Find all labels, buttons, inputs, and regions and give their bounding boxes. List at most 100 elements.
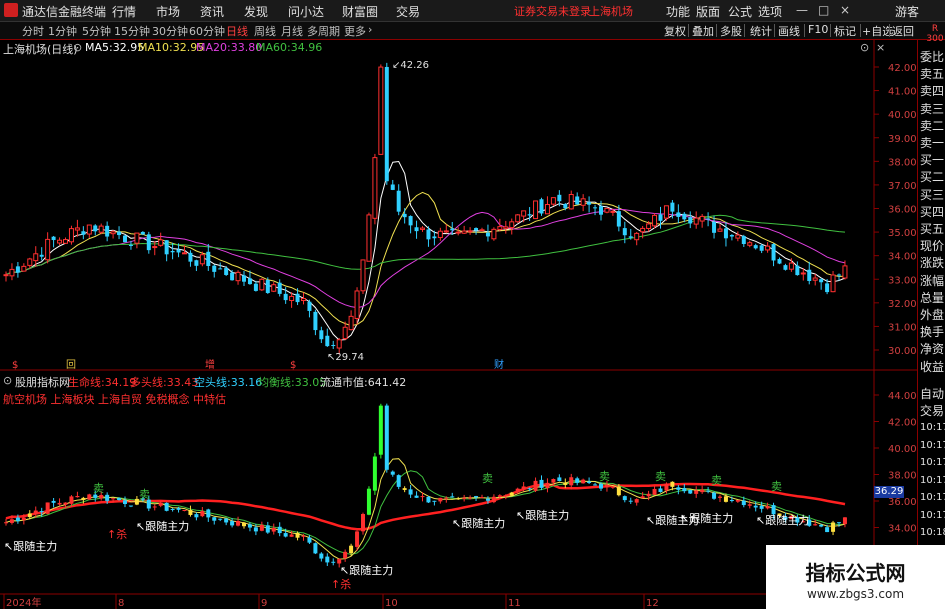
trade-label[interactable]: 交易: [920, 402, 945, 419]
minimize-button[interactable]: —: [796, 3, 808, 17]
candle-body: [81, 497, 86, 500]
event-mark[interactable]: 财: [494, 358, 504, 371]
guest-label[interactable]: 游客: [895, 3, 919, 20]
candle-body: [366, 488, 371, 515]
candle-body: [140, 231, 145, 235]
y-tick-label: 42.00: [888, 418, 917, 429]
y-tick-label: 32.00: [888, 299, 917, 310]
adjust-button[interactable]: 复权: [664, 23, 686, 39]
candle-body: [93, 225, 98, 232]
candle-body: [27, 258, 33, 266]
auto-label[interactable]: 自动: [920, 385, 945, 402]
candle-body: [123, 500, 127, 505]
follow-main-force-label: ↖跟随主力: [680, 511, 733, 525]
candle-body: [319, 553, 324, 559]
signal-marks: 卖卖卖卖卖卖卖↖跟随主力↖跟随主力↖跟随主力↖跟随主力↖跟随主力 ↖跟随主力↖跟随…: [4, 60, 809, 591]
menu-wenxiaoda[interactable]: 问小达: [288, 3, 324, 20]
moving-average-lines: [5, 160, 846, 341]
menu-function[interactable]: 功能: [666, 3, 690, 20]
tab-multi-period[interactable]: 多周期: [307, 23, 340, 39]
candle-body: [277, 282, 282, 294]
tick-time: 10:17: [920, 422, 945, 433]
candle-body: [236, 520, 241, 526]
tab-more[interactable]: 更多: [344, 23, 366, 39]
y-tick-label: 34.00: [888, 252, 917, 263]
menu-quotes[interactable]: 行情: [112, 3, 136, 20]
menu-discover[interactable]: 发现: [244, 3, 268, 20]
candle-body: [414, 227, 419, 232]
candle-body: [360, 259, 366, 292]
candle-body: [831, 522, 836, 532]
candle-body: [825, 527, 830, 533]
candle-body: [706, 218, 711, 220]
kill-signal-mark: ↑杀: [331, 577, 351, 591]
candle-body: [509, 221, 515, 229]
candle-body: [485, 232, 490, 237]
candle-body: [117, 498, 122, 501]
candle-body: [259, 524, 264, 531]
candle-body: [313, 543, 318, 554]
candle-body: [366, 214, 372, 262]
tab-30min[interactable]: 30分钟: [152, 23, 188, 39]
candle-body: [622, 228, 627, 236]
follow-main-force-label: ↖跟随主力: [136, 519, 189, 533]
menu-options[interactable]: 选项: [758, 3, 782, 20]
close-button[interactable]: ×: [840, 3, 850, 17]
tab-daily[interactable]: 日线: [226, 23, 248, 39]
menu-news[interactable]: 资讯: [200, 3, 224, 20]
candle-body: [355, 531, 360, 547]
candle-body: [158, 239, 164, 246]
menu-wealth-circle[interactable]: 财富圈: [342, 3, 378, 20]
divider: [744, 24, 745, 37]
candle-body: [485, 498, 490, 501]
x-tick-label: 8: [118, 598, 124, 609]
tab-15min[interactable]: 15分钟: [114, 23, 150, 39]
high-price-label: ↙42.26: [392, 60, 429, 71]
tab-60min[interactable]: 60分钟: [189, 23, 225, 39]
candle-body: [747, 504, 752, 506]
candle-body: [676, 212, 681, 217]
overlay-button[interactable]: 叠加: [692, 23, 714, 39]
watermark-box: 指标公式网 www.zbgs3.com: [766, 545, 945, 609]
candle-body: [544, 204, 550, 215]
event-mark[interactable]: $: [290, 360, 296, 371]
y-tick-label: 36.00: [888, 205, 917, 216]
candle-body: [693, 217, 699, 225]
menu-layout[interactable]: 版面: [696, 3, 720, 20]
candle-body: [575, 478, 580, 483]
trade-login-notice: 证券交易未登录: [514, 5, 591, 18]
maximize-button[interactable]: □: [818, 3, 829, 17]
menu-trade[interactable]: 交易: [396, 3, 420, 20]
tab-timeshare[interactable]: 分时: [22, 23, 44, 39]
event-mark[interactable]: 回: [66, 359, 76, 371]
tab-1min[interactable]: 1分钟: [48, 23, 77, 39]
kline-chart-area[interactable]: 42.00 41.00 40.00 39.00 38.00 37.00 36.00 35.00…: [0, 40, 917, 609]
candle-body: [735, 234, 741, 239]
draw-line-button[interactable]: 画线: [778, 23, 800, 39]
quote-field-label: 买三: [920, 187, 945, 202]
candle-body: [628, 236, 633, 238]
tab-5min[interactable]: 5分钟: [82, 23, 111, 39]
tab-weekly[interactable]: 周线: [254, 23, 276, 39]
candle-body: [295, 293, 300, 303]
statistics-button[interactable]: 统计: [750, 23, 772, 39]
f10-button[interactable]: F10: [808, 23, 828, 36]
chevron-right-icon[interactable]: ›: [368, 23, 372, 36]
candle-body: [622, 496, 627, 501]
multi-stock-button[interactable]: 多股: [720, 23, 742, 39]
title-bar: 通达信金融终端 行情 市场 资讯 发现 问小达 财富圈 交易 证券交易未登录 上…: [0, 0, 945, 22]
event-mark[interactable]: 增: [205, 358, 215, 371]
candle-body: [593, 207, 598, 209]
menu-formula[interactable]: 公式: [728, 3, 752, 20]
candle-body: [491, 228, 497, 240]
mark-button[interactable]: 标记: [834, 23, 856, 39]
candle-body: [819, 279, 824, 283]
candle-body: [432, 236, 437, 239]
event-mark[interactable]: $: [12, 360, 18, 371]
candle-body: [158, 502, 163, 506]
menu-market[interactable]: 市场: [156, 3, 180, 20]
back-button[interactable]: 返回: [892, 23, 914, 39]
watermark-title: 指标公式网: [805, 561, 906, 585]
candle-body: [128, 244, 133, 246]
tab-monthly[interactable]: 月线: [281, 23, 303, 39]
